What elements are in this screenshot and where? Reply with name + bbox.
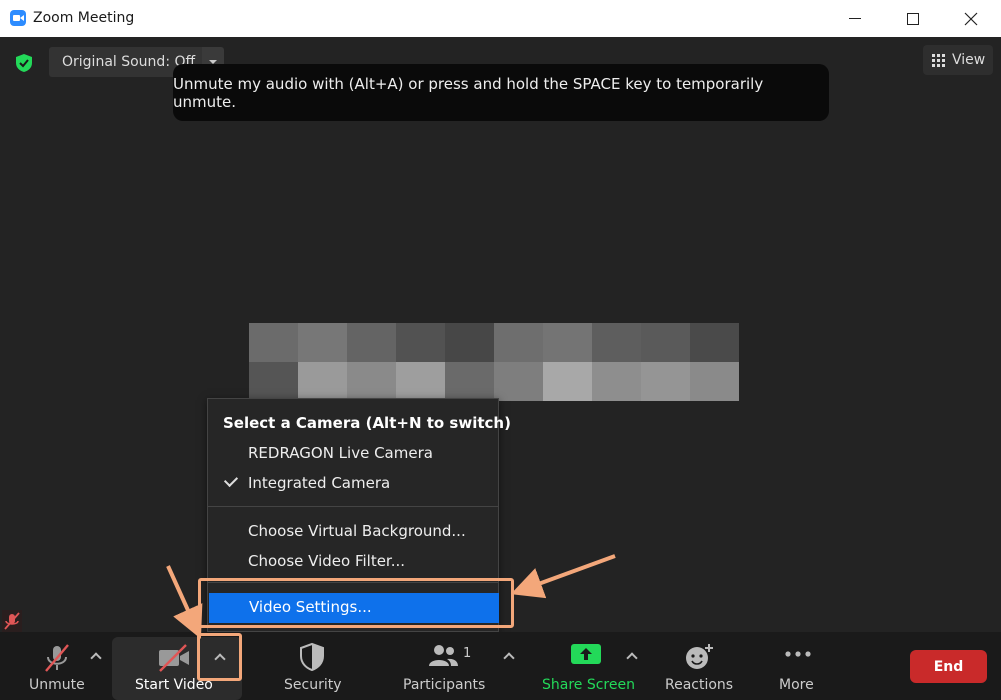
mic-muted-icon: [4, 612, 20, 630]
minimize-icon: [849, 18, 861, 19]
participants-icon: [429, 645, 458, 666]
participants-count: 1: [463, 646, 472, 661]
virtual-background-option[interactable]: Choose Virtual Background...: [248, 522, 466, 540]
more-icon: [785, 651, 811, 657]
unmute-label: Unmute: [29, 677, 85, 693]
minimize-button[interactable]: [832, 0, 878, 37]
menu-divider: [208, 506, 498, 507]
meeting-area: Original Sound: Off View Unmute my audio…: [0, 37, 1001, 632]
video-settings-annotation-box: [198, 578, 514, 628]
video-off-icon: [159, 644, 189, 672]
video-filter-option[interactable]: Choose Video Filter...: [248, 552, 405, 570]
participants-button[interactable]: 1 Participants: [400, 632, 490, 700]
share-screen-label: Share Screen: [542, 677, 635, 693]
maximize-button[interactable]: [890, 0, 936, 37]
participants-label: Participants: [403, 677, 486, 693]
mic-muted-icon: [45, 644, 69, 672]
more-button[interactable]: More: [770, 632, 826, 700]
more-label: More: [779, 677, 814, 693]
camera-option-integrated[interactable]: Integrated Camera: [248, 474, 390, 492]
maximize-icon: [907, 12, 919, 25]
security-shield-icon: [300, 642, 324, 672]
reactions-icon: [686, 644, 713, 669]
unmute-tooltip: Unmute my audio with (Alt+A) or press an…: [173, 64, 829, 121]
audio-options-caret[interactable]: [90, 652, 102, 664]
camera-menu-heading: Select a Camera (Alt+N to switch): [223, 414, 511, 432]
reactions-button[interactable]: Reactions: [660, 632, 736, 700]
video-caret-annotation-box: [197, 633, 242, 681]
checkmark-icon: [223, 472, 239, 488]
grid-view-icon: [932, 53, 945, 67]
muted-indicator: [2, 610, 22, 632]
view-label: View: [952, 52, 986, 68]
unmute-button[interactable]: Unmute: [27, 632, 87, 700]
security-button[interactable]: Security: [281, 632, 342, 700]
share-screen-icon: [571, 644, 601, 664]
meeting-toolbar: Unmute Start Video Security 1 Participan…: [0, 632, 1001, 700]
end-meeting-button[interactable]: End: [910, 650, 987, 683]
participant-video-tile: [249, 323, 739, 401]
participants-options-caret[interactable]: [503, 652, 515, 664]
shield-check-icon[interactable]: [15, 53, 33, 73]
camera-option-redragon[interactable]: REDRAGON Live Camera: [248, 444, 433, 462]
reactions-label: Reactions: [665, 677, 734, 693]
close-button[interactable]: [948, 0, 994, 37]
close-icon: [964, 12, 978, 25]
view-button[interactable]: View: [923, 45, 993, 75]
share-screen-button[interactable]: Share Screen: [538, 632, 636, 700]
window-title: Zoom Meeting: [33, 10, 135, 26]
zoom-app-icon: [10, 10, 26, 26]
security-label: Security: [284, 677, 342, 693]
window-titlebar: Zoom Meeting: [0, 0, 1001, 37]
